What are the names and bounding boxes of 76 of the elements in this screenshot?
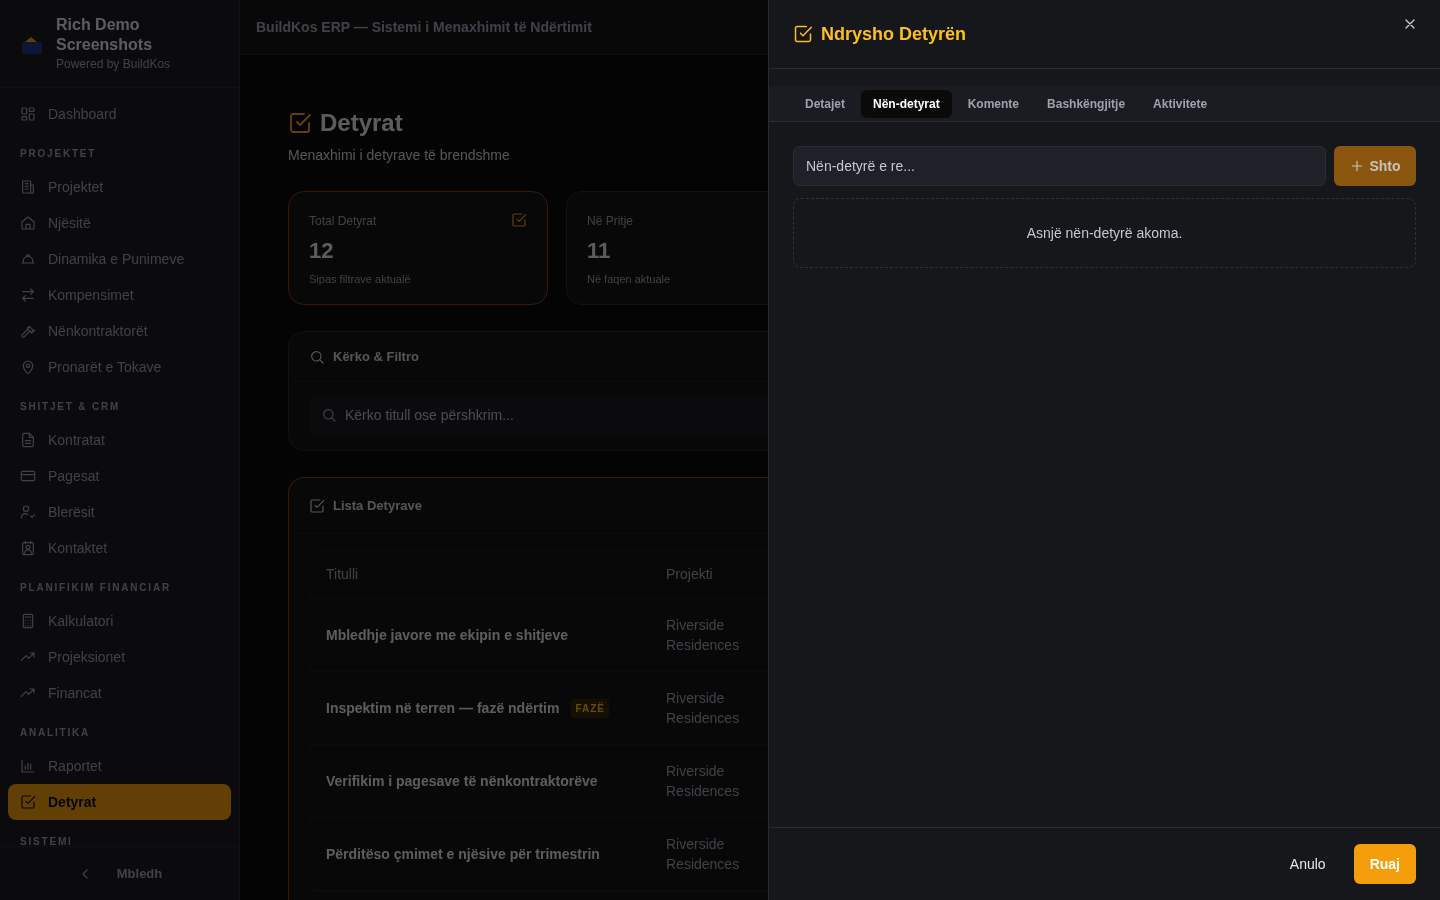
task-title[interactable]: Inspektim në terren — fazë ndërtim (326, 697, 560, 719)
hard-hat-icon (20, 251, 36, 267)
checkbox-icon (309, 497, 325, 514)
checkbox-icon (20, 794, 36, 810)
search-icon (321, 407, 337, 423)
section-label: ANALITIKA (19, 726, 92, 740)
sidebar-item[interactable]: Dashboard (8, 96, 231, 132)
stat-value: 11 (587, 237, 612, 265)
save-button[interactable]: Ruaj (1353, 844, 1416, 884)
page-title: Detyrat (320, 108, 403, 138)
sidebar-item[interactable]: Projeksionet (8, 639, 231, 675)
tab[interactable]: Detajet (793, 89, 857, 118)
sidebar-item[interactable]: Projektet (8, 169, 231, 205)
column-header: Projekti (666, 565, 713, 584)
user-check-icon (20, 504, 36, 520)
collapse-button[interactable]: Mbledh (76, 863, 163, 884)
brand-name: Rich Demo Screenshots (56, 14, 154, 55)
stat-value: 12 (309, 237, 335, 265)
sidebar-item[interactable]: Kontratat (8, 422, 231, 458)
tab[interactable]: Bashkëngjitje (1035, 89, 1138, 118)
house-icon (20, 215, 36, 231)
phase-badge: FAZË (571, 698, 609, 718)
stat-label: Total Detyrat (309, 213, 377, 230)
sidebar-item[interactable]: Blerësit (8, 494, 231, 530)
sidebar-item[interactable]: Dinamika e Punimeve (8, 241, 231, 277)
cancel-button[interactable]: Anulo (1277, 844, 1338, 884)
bar-chart-icon (20, 758, 36, 774)
sidebar-item[interactable]: Nënkontraktorët (8, 313, 231, 349)
project-cell-text: Riverside Residences (666, 762, 741, 801)
brand-tagline: Powered by BuildKos (56, 55, 172, 73)
section-label: PLANIFIKIM FINANCIAR (19, 581, 172, 595)
checkbox-icon (288, 111, 312, 135)
checkbox-icon (511, 212, 527, 228)
add-button[interactable]: Shto (1334, 146, 1416, 186)
contact-card-icon (20, 540, 36, 556)
sidebar-item[interactable]: Raportet (8, 748, 231, 784)
sidebar-item[interactable]: Kompensimet (8, 277, 231, 313)
section-label: PROJEKTET (19, 147, 98, 161)
project-cell-text: Riverside Residences (666, 835, 741, 874)
stat-label: Në Pritje (587, 213, 633, 230)
section-label: SISTEMI (19, 835, 74, 846)
stat-note: Në faqen aktuale (587, 272, 672, 287)
section-label: SHITJET & CRM (19, 400, 122, 414)
swap-arrows-icon (20, 287, 36, 303)
card-title: Lista Detyrave (333, 496, 422, 515)
project-cell-text: Riverside Residences (666, 689, 741, 728)
dialog-title: Ndrysho Detyrën (821, 22, 967, 46)
sidebar-item[interactable]: Kalkulatori (8, 603, 231, 639)
search-field[interactable]: Kërko titull ose përshkrim... (309, 395, 768, 435)
sidebar-item[interactable]: Pronarët e Tokave (8, 349, 231, 385)
checkbox-icon (793, 24, 813, 44)
search-icon (309, 348, 325, 365)
tab[interactable]: Aktivitete (1141, 89, 1220, 118)
task-title[interactable]: Mbledhje javore me ekipin e shitjeve (326, 624, 568, 646)
sidebar-item[interactable]: Pagesat (8, 458, 231, 494)
task-title[interactable]: Përditëso çmimet e njësive për trimestrin (326, 843, 600, 865)
sidebar-item[interactable]: Njësitë (8, 205, 231, 241)
location-pin-icon (20, 359, 36, 375)
empty-message: Asnjë nën-detyrë akoma. (1026, 223, 1183, 243)
subtask-input[interactable]: Nën-detyrë e re... (793, 146, 1326, 186)
tab[interactable]: Komente (955, 89, 1032, 118)
building-icon (20, 179, 36, 195)
sidebar-item[interactable]: Kontaktet (8, 530, 231, 566)
card-title: Kërko & Filtro (333, 347, 419, 366)
credit-card-icon (20, 468, 36, 484)
header-title: BuildKos ERP — Sistemi i Menaxhimit të Ndërtimit (256, 17, 592, 37)
hammer-icon (20, 323, 36, 339)
document-icon (20, 432, 36, 448)
project-cell-text: Riverside Residences (666, 616, 741, 655)
sidebar-item[interactable]: Financat (8, 675, 231, 711)
tab[interactable]: Nën-detyrat (861, 89, 952, 118)
grid-icon (20, 106, 36, 122)
calculator-icon (20, 613, 36, 629)
column-header: Titulli (326, 565, 360, 584)
sidebar-item[interactable]: Detyrat (8, 784, 231, 820)
task-title[interactable]: Verifikim i pagesave të nënkontraktorëve (326, 770, 598, 792)
